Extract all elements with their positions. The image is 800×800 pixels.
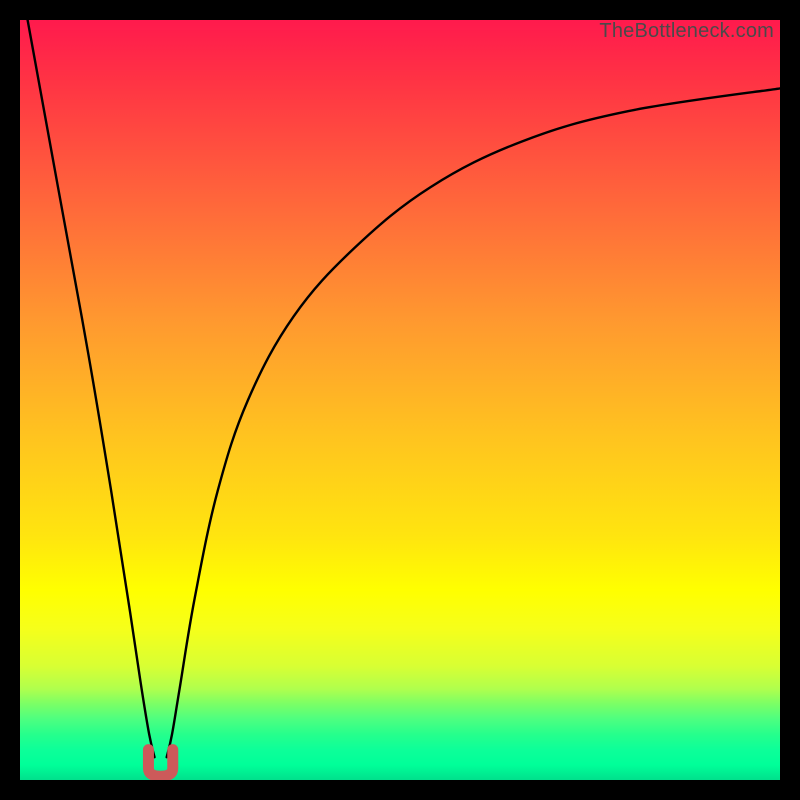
- chart-curve-group: [28, 20, 780, 776]
- min-marker-u: [148, 750, 172, 777]
- chart-frame: TheBottleneck.com: [0, 0, 800, 800]
- curve-left-branch: [28, 20, 155, 757]
- curve-right-branch: [167, 88, 780, 757]
- chart-svg: [20, 20, 780, 780]
- watermark-text: TheBottleneck.com: [599, 20, 774, 43]
- chart-plot-area: TheBottleneck.com: [20, 20, 780, 780]
